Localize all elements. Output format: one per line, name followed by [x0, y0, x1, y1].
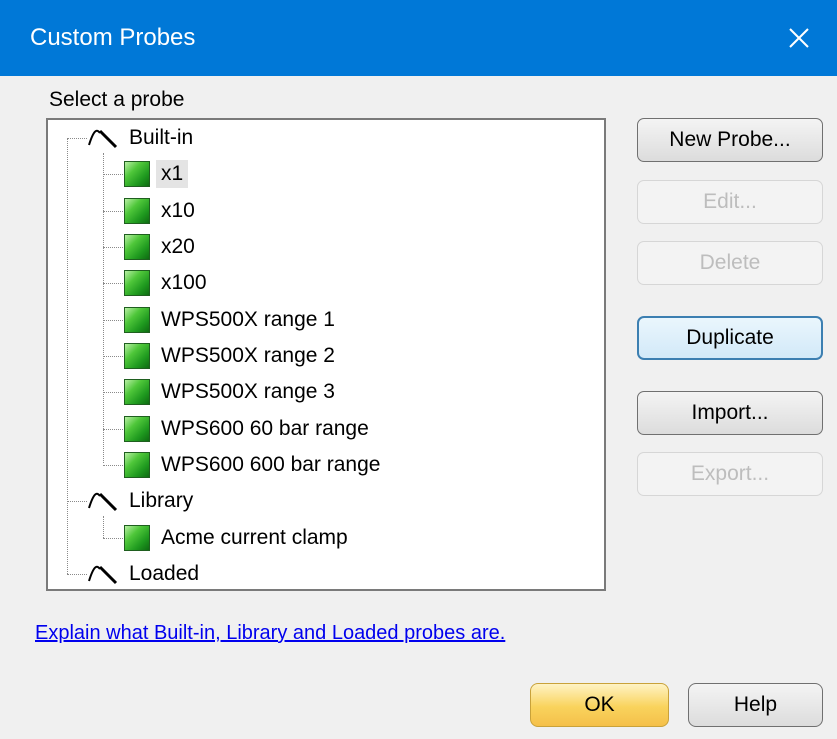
- probe-green-icon: [124, 343, 150, 369]
- tree-branch: [67, 574, 87, 575]
- tree-item-label: WPS600 60 bar range: [161, 417, 369, 440]
- tree-item[interactable]: WPS600 600 bar range: [124, 448, 385, 482]
- tree-item-label: Acme current clamp: [161, 526, 348, 549]
- help-button[interactable]: Help: [688, 683, 823, 727]
- close-icon: [789, 28, 809, 48]
- tree-item[interactable]: x100: [124, 266, 212, 300]
- tree-branch: [103, 538, 123, 539]
- probe-icon: [88, 492, 118, 512]
- tree-branch: [103, 174, 123, 175]
- tree-branch: [103, 356, 123, 357]
- tree-branch: [103, 320, 123, 321]
- probe-green-icon: [124, 525, 150, 551]
- probe-green-icon: [124, 379, 150, 405]
- tree-item[interactable]: x20: [124, 230, 200, 264]
- tree-item[interactable]: x10: [124, 194, 200, 228]
- probe-green-icon: [124, 452, 150, 478]
- export-button[interactable]: Export...: [637, 452, 823, 496]
- close-button[interactable]: [761, 0, 837, 76]
- tree-group-line: [103, 516, 104, 538]
- import-button[interactable]: Import...: [637, 391, 823, 435]
- probe-tree[interactable]: Built-in x1 x10 x20 x100 WPS500X range 1…: [46, 118, 606, 591]
- tree-group-library[interactable]: Library: [86, 484, 198, 518]
- new-probe-button[interactable]: New Probe...: [637, 118, 823, 162]
- tree-branch: [67, 501, 87, 502]
- group-label: Built-in: [129, 126, 194, 149]
- probe-green-icon: [124, 198, 150, 224]
- tree-item-label: WPS500X range 2: [161, 344, 335, 367]
- tree-group-loaded[interactable]: Loaded: [86, 557, 204, 591]
- tree-branch: [103, 392, 123, 393]
- probe-green-icon: [124, 307, 150, 333]
- window-title: Custom Probes: [30, 24, 196, 51]
- tree-item[interactable]: Acme current clamp: [124, 521, 353, 555]
- tree-branch: [103, 283, 123, 284]
- probe-icon: [88, 565, 118, 585]
- tree-branch: [103, 465, 123, 466]
- duplicate-button[interactable]: Duplicate: [637, 316, 823, 360]
- tree-item-label: x1: [156, 160, 189, 188]
- tree-item[interactable]: WPS500X range 2: [124, 339, 340, 373]
- tree-item-label: x100: [161, 271, 207, 294]
- probe-green-icon: [124, 416, 150, 442]
- tree-item[interactable]: WPS500X range 3: [124, 375, 340, 409]
- tree-branch: [103, 211, 123, 212]
- group-label: Library: [129, 489, 194, 512]
- tree-root-line: [67, 138, 68, 574]
- tree-group-line: [103, 153, 104, 463]
- delete-button[interactable]: Delete: [637, 241, 823, 285]
- ok-button[interactable]: OK: [530, 683, 669, 727]
- tree-item[interactable]: WPS600 60 bar range: [124, 412, 374, 446]
- tree-item-label: x10: [161, 199, 195, 222]
- tree-item-label: WPS600 600 bar range: [161, 453, 381, 476]
- tree-item[interactable]: x1: [124, 157, 189, 191]
- tree-group-built-in[interactable]: Built-in: [86, 121, 198, 155]
- tree-branch: [103, 247, 123, 248]
- tree-item-label: WPS500X range 1: [161, 308, 335, 331]
- probe-green-icon: [124, 161, 150, 187]
- edit-button[interactable]: Edit...: [637, 180, 823, 224]
- tree-item-label: WPS500X range 3: [161, 380, 335, 403]
- probe-green-icon: [124, 270, 150, 296]
- probe-types-help-link[interactable]: Explain what Built-in, Library and Loade…: [35, 622, 505, 645]
- group-label: Loaded: [129, 562, 200, 585]
- tree-branch: [67, 138, 87, 139]
- probe-icon: [88, 129, 118, 149]
- tree-item[interactable]: WPS500X range 1: [124, 303, 340, 337]
- select-probe-label: Select a probe: [49, 88, 185, 111]
- title-bar: Custom Probes: [0, 0, 837, 76]
- tree-branch: [103, 429, 123, 430]
- probe-green-icon: [124, 234, 150, 260]
- tree-item-label: x20: [161, 235, 195, 258]
